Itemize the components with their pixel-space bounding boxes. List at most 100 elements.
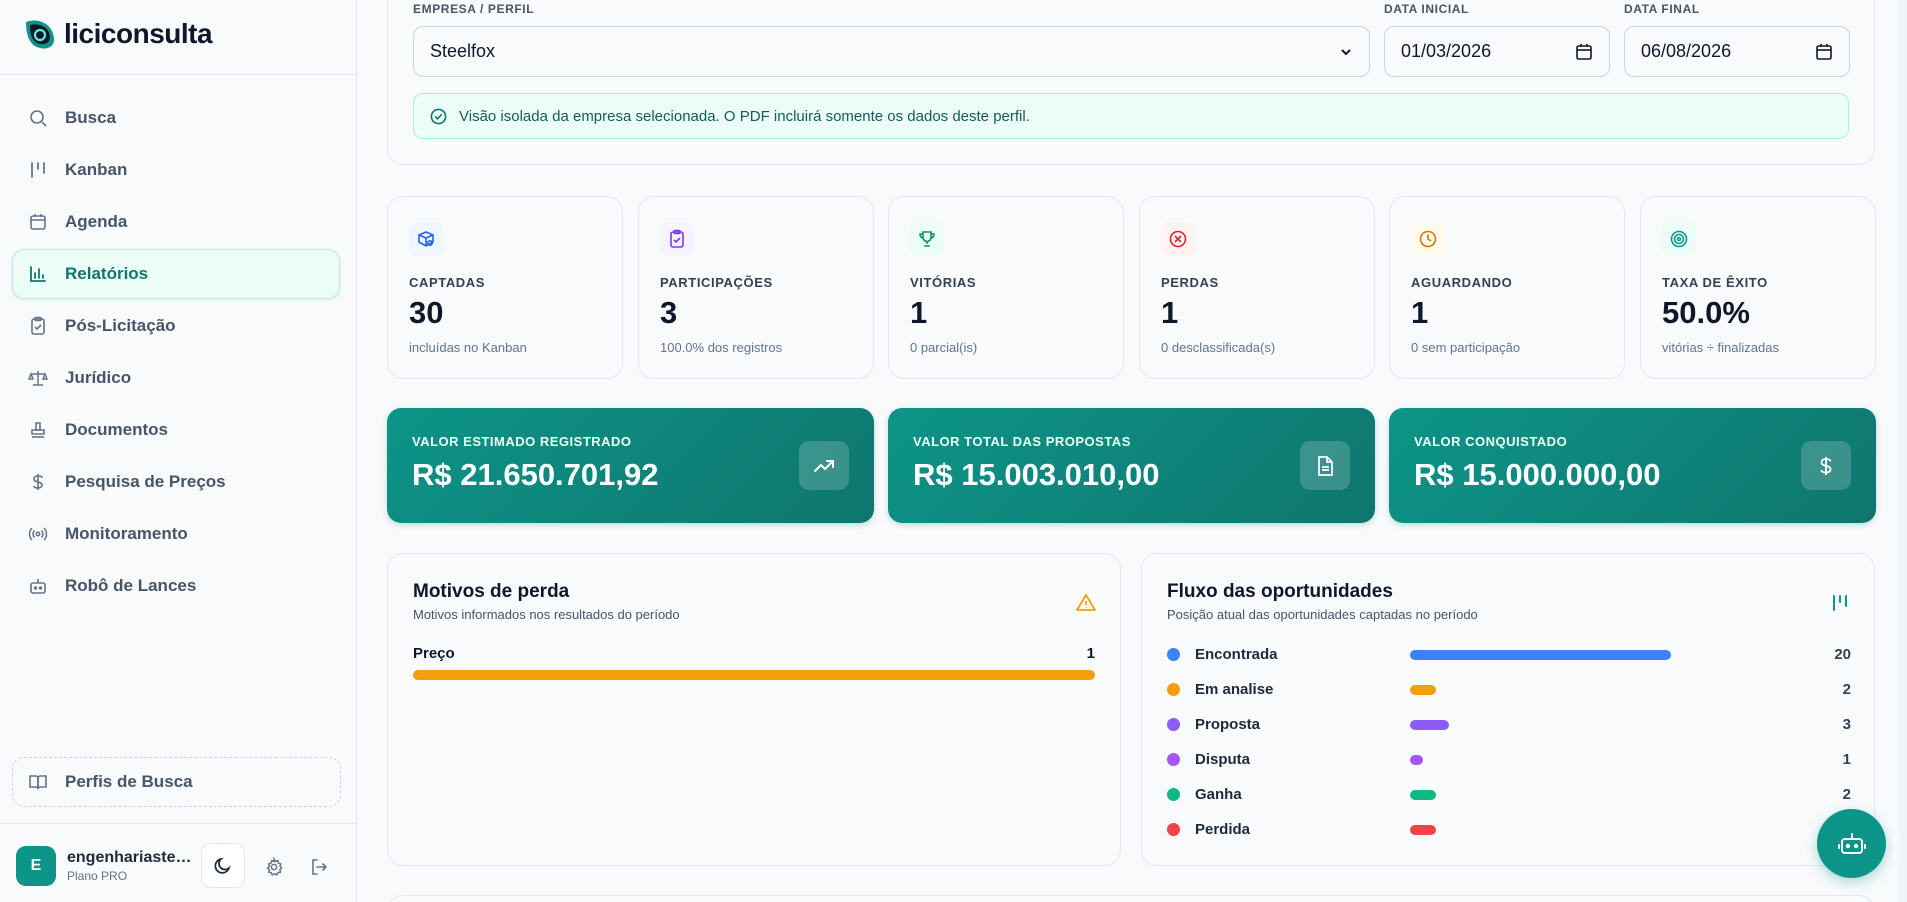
panel-subtitle: Posição atual das oportunidades captadas… <box>1167 607 1478 622</box>
gear-icon <box>266 857 283 876</box>
assistant-bot-button[interactable] <box>1817 809 1886 878</box>
empresa-select[interactable]: Steelfox <box>413 26 1370 77</box>
flow-stage-name: Encontrada <box>1195 646 1278 663</box>
flow-dot <box>1167 648 1180 661</box>
stat-value: 1 <box>910 295 928 330</box>
app-name: liciconsulta <box>64 18 213 49</box>
stat-card-captadas: CAPTADAS 30 incluídas no Kanban <box>387 196 623 379</box>
flow-stage-name: Perdida <box>1195 821 1251 838</box>
stamp-icon <box>28 420 48 440</box>
loss-reasons-panel: Motivos de perda Motivos informados nos … <box>387 553 1121 866</box>
stat-title: AGUARDANDO <box>1411 275 1513 290</box>
bar-chart-icon <box>28 264 48 284</box>
flow-stage-name: Ganha <box>1195 786 1242 803</box>
panel-subtitle: Motivos informados nos resultados do per… <box>413 607 680 622</box>
sidebar-item-label: Agenda <box>65 212 128 231</box>
loss-reason-track <box>413 670 1095 680</box>
empresa-label: EMPRESA / PERFIL <box>413 2 535 16</box>
flow-stage-name: Proposta <box>1195 716 1261 733</box>
sidebar-divider <box>0 74 356 75</box>
sidebar-item-label: Relatórios <box>65 264 149 283</box>
sidebar-item-busca[interactable]: Busca <box>12 93 340 143</box>
money-card-valor-estimado: VALOR ESTIMADO REGISTRADO R$ 21.650.701,… <box>387 408 874 523</box>
sidebar-item-label: Jurídico <box>65 368 132 387</box>
money-title: VALOR ESTIMADO REGISTRADO <box>412 434 632 449</box>
user-profile[interactable]: E engenhariasteelfox Plano PRO <box>16 846 192 886</box>
flow-bar <box>1410 790 1436 800</box>
sidebar-item-pesquisa-precos[interactable]: Pesquisa de Preços <box>12 457 340 507</box>
stat-value: 30 <box>409 295 444 330</box>
user-divider <box>0 823 356 824</box>
sidebar-item-kanban[interactable]: Kanban <box>12 145 340 195</box>
app-logo[interactable]: liciconsulta <box>22 16 213 52</box>
clipboard-check-icon <box>28 316 48 336</box>
sidebar-nav: Busca Kanban Agenda Relatórios Pós-Licit… <box>12 93 340 613</box>
data-inicial-label: DATA INICIAL <box>1384 2 1469 16</box>
logout-icon <box>312 859 328 875</box>
flow-dot <box>1167 823 1180 836</box>
calendar-icon <box>28 212 48 232</box>
flow-stage-count: 1 <box>1842 751 1851 768</box>
loss-reason-row: Preço 1 <box>413 645 1095 680</box>
data-inicial-value: 01/03/2026 <box>1401 41 1492 61</box>
sidebar-item-juridico[interactable]: Jurídico <box>12 353 340 403</box>
stat-value: 50.0% <box>1662 295 1750 330</box>
trophy-icon <box>910 222 944 256</box>
stat-subtitle: 0 desclassificada(s) <box>1161 340 1276 355</box>
stat-value: 1 <box>1411 295 1429 330</box>
kanban-icon <box>28 160 48 180</box>
kanban-icon <box>1828 591 1852 615</box>
sidebar-item-label: Documentos <box>65 420 168 439</box>
logout-button[interactable] <box>307 855 331 879</box>
sidebar-item-documentos[interactable]: Documentos <box>12 405 340 455</box>
sidebar-item-relatorios[interactable]: Relatórios <box>12 249 340 299</box>
loss-reason-count: 1 <box>1086 645 1095 662</box>
stat-value: 1 <box>1161 295 1179 330</box>
x-circle-icon <box>1161 222 1195 256</box>
settings-button[interactable] <box>262 855 286 879</box>
sidebar-item-agenda[interactable]: Agenda <box>12 197 340 247</box>
flow-bar <box>1410 650 1671 660</box>
sidebar-item-monitoramento[interactable]: Monitoramento <box>12 509 340 559</box>
flow-stage-count: 3 <box>1842 716 1851 733</box>
stat-card-aguardando: AGUARDANDO 1 0 sem participação <box>1389 196 1625 379</box>
chevron-down-icon <box>1341 48 1351 55</box>
user-name: engenhariasteelfox <box>67 849 192 866</box>
data-inicial-input[interactable]: 01/03/2026 <box>1384 26 1610 77</box>
scale-icon <box>28 368 48 388</box>
user-info: engenhariasteelfox Plano PRO <box>67 849 192 883</box>
notice-text: Visão isolada da empresa selecionada. O … <box>459 107 1030 125</box>
flow-row-encontrada: Encontrada 20 <box>1167 643 1851 667</box>
page-scrollbar[interactable] <box>1899 0 1907 902</box>
loss-reason-bar <box>413 670 1095 680</box>
flow-dot <box>1167 718 1180 731</box>
empresa-value: Steelfox <box>430 41 496 61</box>
book-open-icon <box>28 772 48 792</box>
theme-toggle-button[interactable] <box>201 843 245 888</box>
money-title: VALOR TOTAL DAS PROPOSTAS <box>913 434 1131 449</box>
perfis-label: Perfis de Busca <box>65 772 193 791</box>
stat-title: PERDAS <box>1161 275 1219 290</box>
flow-row-disputa: Disputa 1 <box>1167 748 1851 772</box>
trending-up-icon <box>799 441 849 490</box>
money-value: R$ 15.000.000,00 <box>1414 457 1661 492</box>
sidebar-item-robo-lances[interactable]: Robô de Lances <box>12 561 340 611</box>
flow-dot <box>1167 788 1180 801</box>
flow-bar <box>1410 755 1423 765</box>
bot-icon <box>1837 832 1866 854</box>
calendar-icon <box>1816 43 1832 60</box>
stat-card-vitorias: VITÓRIAS 1 0 parcial(is) <box>888 196 1124 379</box>
money-card-valor-propostas: VALOR TOTAL DAS PROPOSTAS R$ 15.003.010,… <box>888 408 1375 523</box>
data-final-input[interactable]: 06/08/2026 <box>1624 26 1850 77</box>
sidebar-item-pos-licitacao[interactable]: Pós-Licitação <box>12 301 340 351</box>
flow-stage-name: Em analise <box>1195 681 1274 698</box>
perfis-de-busca-button[interactable]: Perfis de Busca <box>12 757 341 807</box>
clock-icon <box>1411 222 1445 256</box>
clipboard-check-icon <box>660 222 694 256</box>
sidebar-item-label: Monitoramento <box>65 524 188 543</box>
flow-row-perdida: Perdida <box>1167 818 1851 842</box>
flow-row-em-analise: Em analise 2 <box>1167 678 1851 702</box>
target-icon <box>1662 222 1696 256</box>
next-section-card <box>387 895 1875 902</box>
dollar-icon <box>28 472 48 492</box>
